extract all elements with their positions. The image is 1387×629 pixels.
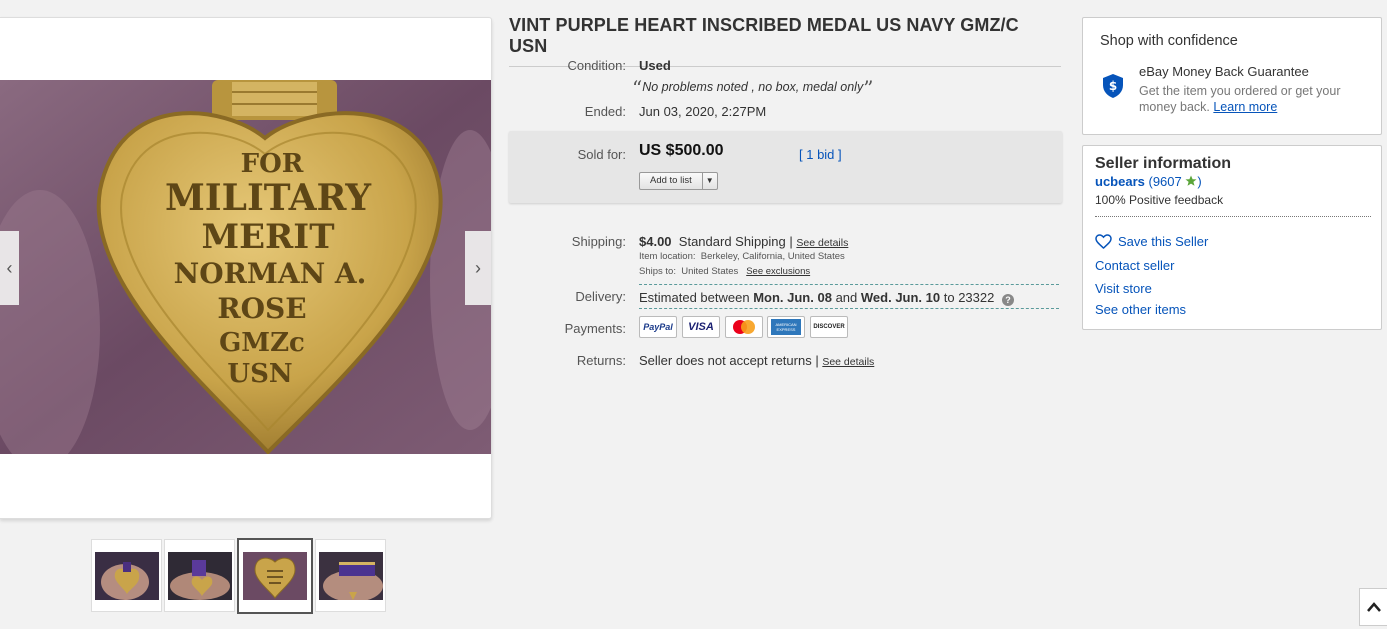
main-item-photo[interactable]: FOR MILITARY MERIT NORMAN A. ROSE GMZc U… [0, 80, 491, 454]
discover-icon: DISCOVER [810, 316, 848, 338]
shop-with-confidence-card: Shop with confidence $ eBay Money Back G… [1082, 17, 1382, 135]
condition-value: Used [639, 58, 671, 73]
delivery-zip: to 23322 [943, 290, 995, 305]
see-other-items-link[interactable]: See other items [1095, 302, 1186, 317]
seller-identity: ucbears (9607 ) [1095, 174, 1202, 189]
returns-value: Seller does not accept returns | [639, 353, 819, 368]
returns-see-details-link[interactable]: See details [822, 356, 874, 368]
ended-label: Ended: [584, 104, 626, 119]
save-seller-link[interactable]: Save this Seller [1095, 234, 1208, 249]
scroll-to-top-button[interactable] [1359, 588, 1387, 626]
delivery-label: Delivery: [575, 289, 626, 304]
item-location-label: Item location: [639, 251, 696, 262]
engraving-line-3: MERIT [201, 217, 334, 257]
image-viewer: FOR MILITARY MERIT NORMAN A. ROSE GMZc U… [0, 17, 492, 519]
payments-label: Payments: [564, 321, 626, 336]
feedback-score-link[interactable]: (9607 [1149, 174, 1182, 189]
shipping-label: Shipping: [571, 234, 626, 249]
paypal-icon: PayPal [639, 316, 677, 338]
learn-more-link[interactable]: Learn more [1213, 100, 1277, 114]
feedback-close-paren: ) [1197, 174, 1202, 189]
previous-image-button[interactable]: ‹ [0, 231, 19, 305]
engraving-line-5: ROSE [217, 292, 306, 325]
contact-seller-link[interactable]: Contact seller [1095, 258, 1174, 273]
chevron-left-icon: ‹ [6, 257, 13, 278]
sold-panel [509, 131, 1062, 203]
guarantee-description: Get the item you ordered or get your mon… [1139, 83, 1367, 115]
add-to-list-label: Add to list [650, 175, 692, 186]
thumbnail-strip [91, 538, 386, 614]
shipping-info: $4.00 Standard Shipping | See details [639, 234, 848, 249]
seller-information-card: Seller information ucbears (9607 ) 100% … [1082, 145, 1382, 330]
thumbnail-3[interactable] [237, 538, 313, 614]
amex-icon: AMERICAN EXPRESS [767, 316, 805, 338]
delivery-end-date: Wed. Jun. 10 [860, 290, 941, 305]
ships-to: Ships to: United States See exclusions [639, 266, 810, 277]
chevron-right-icon: › [475, 257, 481, 278]
condition-label: Condition: [567, 58, 626, 73]
visa-text: VISA [688, 321, 714, 333]
dropdown-caret-icon[interactable]: ▼ [701, 173, 717, 189]
delivery-start-date: Mon. Jun. 08 [753, 290, 832, 305]
engraving-line-1: FOR [241, 149, 304, 179]
bid-history-link[interactable]: [ 1 bid ] [799, 147, 842, 162]
add-to-list-button[interactable]: Add to list ▼ [639, 172, 718, 190]
ended-value: Jun 03, 2020, 2:27PM [639, 104, 767, 119]
shipping-cost: $4.00 [639, 234, 672, 249]
returns-info: Seller does not accept returns | See det… [639, 353, 874, 368]
ships-to-value: United States [681, 266, 739, 277]
sold-price: US $500.00 [639, 142, 724, 159]
seller-heading: Seller information [1095, 155, 1232, 172]
visa-icon: VISA [682, 316, 720, 338]
condition-note: “No problems noted , no box, medal only” [632, 76, 874, 100]
delivery-estimate: Estimated between Mon. Jun. 08 and Wed. … [639, 290, 1014, 306]
visit-store-link[interactable]: Visit store [1095, 281, 1152, 296]
seller-username-link[interactable]: ucbears [1095, 174, 1145, 189]
engraving-line-4: NORMAN A. [174, 257, 367, 290]
ships-to-label: Ships to: [639, 266, 676, 277]
see-exclusions-link[interactable]: See exclusions [746, 266, 810, 277]
engraving-line-6: GMZc [219, 328, 305, 358]
thumbnail-4[interactable] [315, 539, 386, 612]
shipping-method: Standard Shipping | [678, 234, 793, 249]
seller-divider [1095, 216, 1371, 217]
chevron-up-icon [1367, 602, 1381, 612]
star-icon [1185, 175, 1197, 186]
engraving-line-2: MILITARY [165, 177, 372, 219]
svg-text:$: $ [1109, 79, 1117, 93]
shield-dollar-icon: $ [1103, 74, 1123, 98]
discover-text: DISCOVER [813, 324, 845, 330]
item-location-value: Berkeley, California, United States [700, 251, 845, 262]
thumbnail-2[interactable] [164, 539, 235, 612]
help-icon[interactable]: ? [1001, 294, 1014, 306]
delivery-divider-bottom [639, 308, 1059, 309]
condition-note-text: No problems noted , no box, medal only [642, 80, 864, 94]
confidence-heading: Shop with confidence [1100, 33, 1238, 49]
shipping-see-details-link[interactable]: See details [796, 237, 848, 249]
mastercard-icon [725, 316, 763, 338]
delivery-prefix: Estimated between [639, 290, 750, 305]
next-image-button[interactable]: › [465, 231, 491, 305]
delivery-and: and [835, 290, 858, 305]
paypal-text: PayPal [643, 322, 673, 332]
item-location: Item location: Berkeley, California, Uni… [639, 251, 845, 262]
positive-feedback: 100% Positive feedback [1095, 193, 1224, 207]
delivery-divider-top [639, 284, 1059, 285]
sold-label: Sold for: [577, 147, 626, 162]
heart-outline-icon [1095, 234, 1112, 249]
returns-label: Returns: [576, 353, 626, 368]
engraving-line-7: USN [227, 359, 292, 389]
save-seller-label: Save this Seller [1118, 234, 1209, 249]
thumbnail-1[interactable] [91, 539, 162, 612]
guarantee-title: eBay Money Back Guarantee [1139, 64, 1309, 79]
